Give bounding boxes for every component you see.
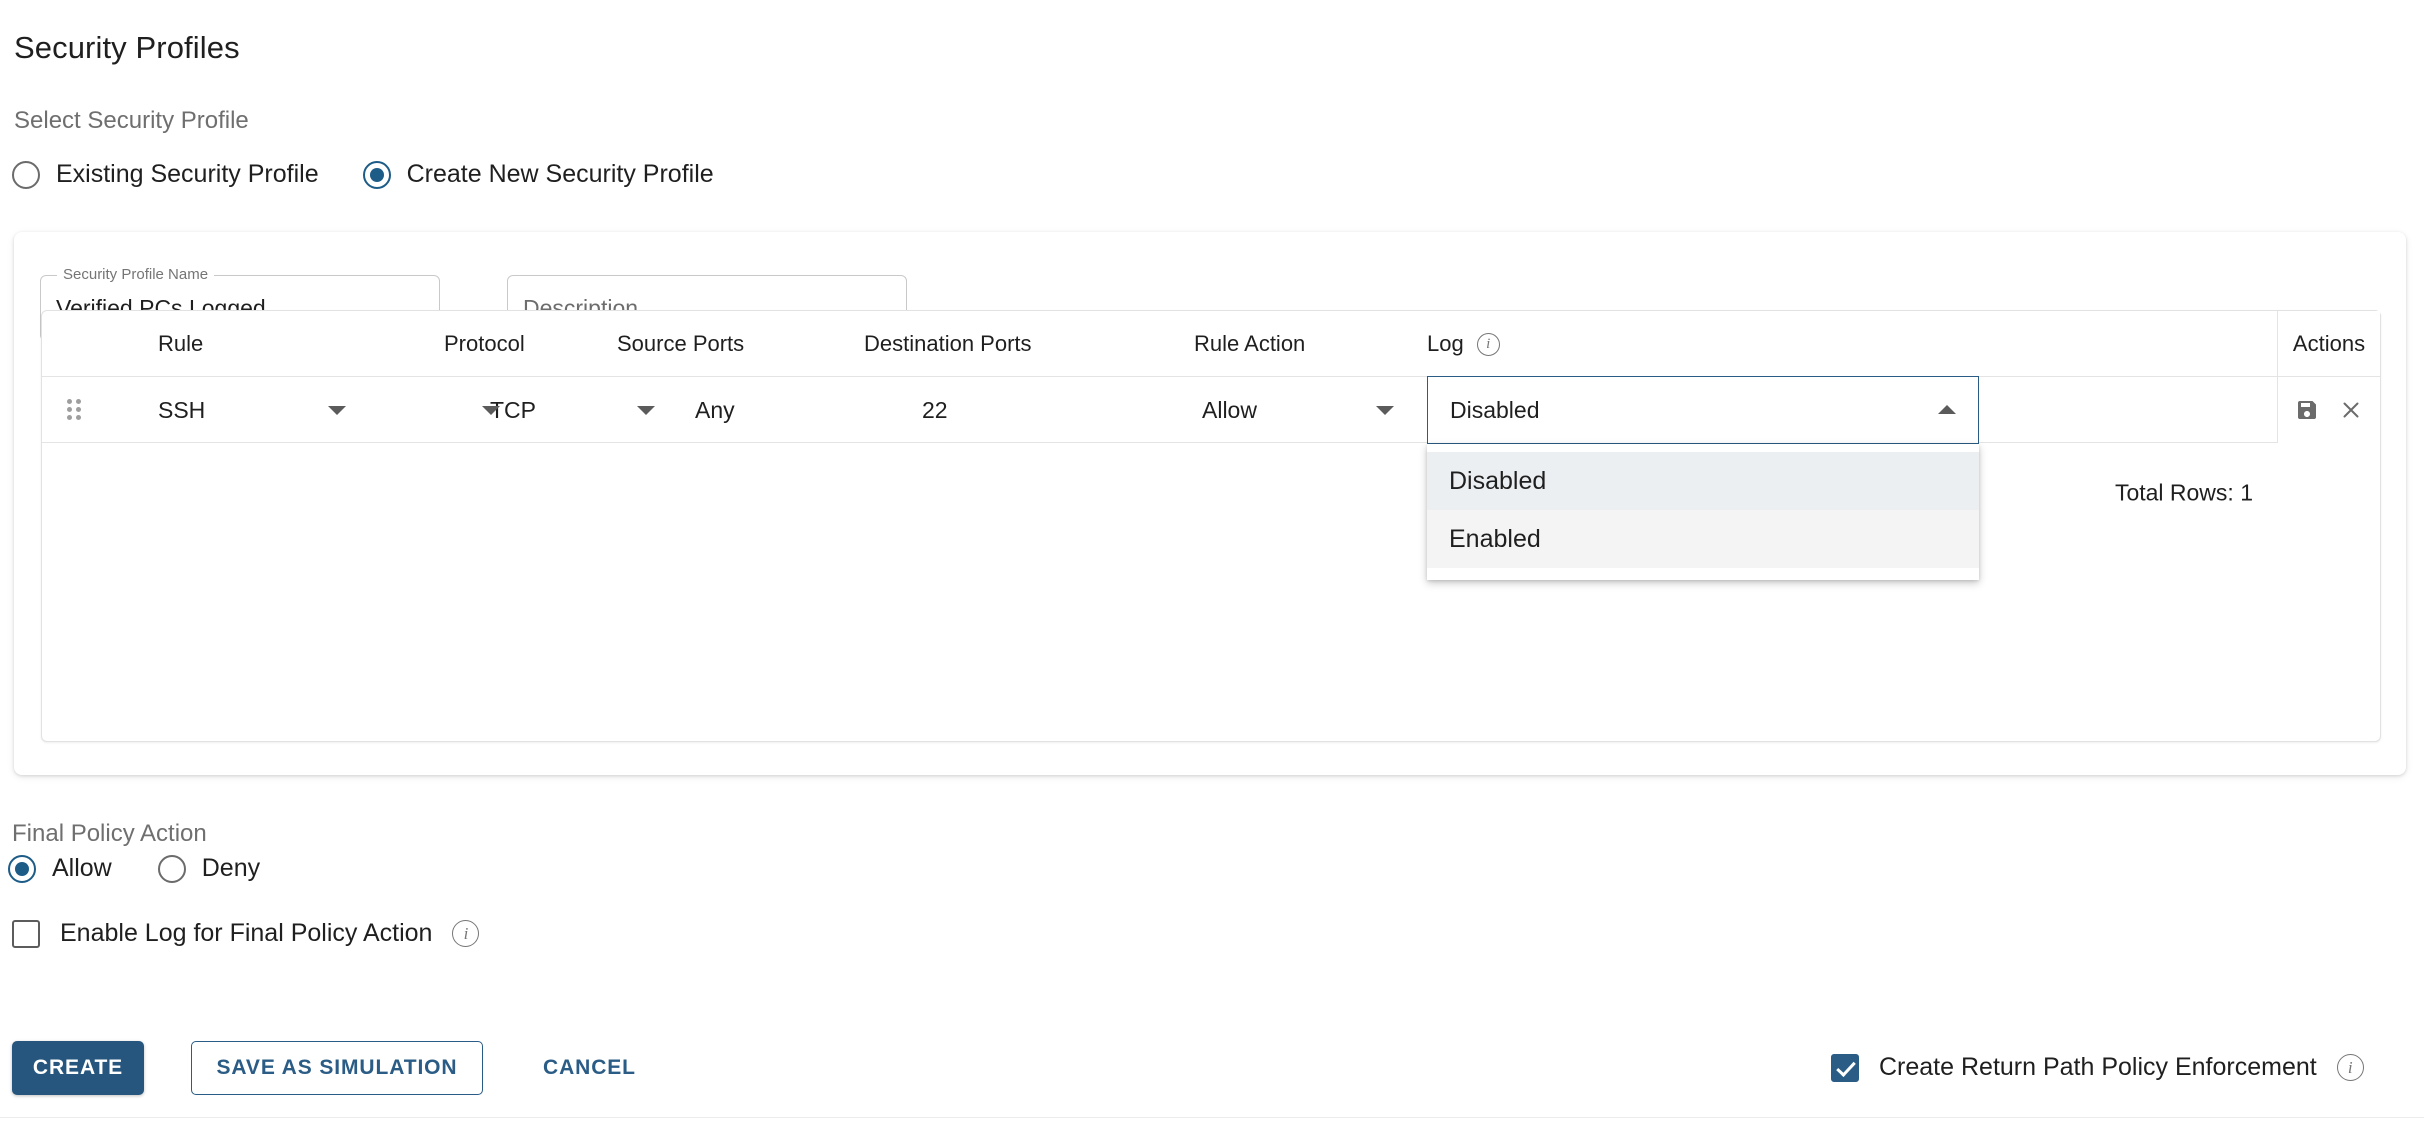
row-actions (2278, 377, 2380, 443)
return-path-row: Create Return Path Policy Enforcement i (1831, 1053, 2364, 1082)
total-rows-label: Total Rows: 1 (2114, 479, 2253, 505)
log-info-icon[interactable]: i (1476, 332, 1500, 356)
close-icon[interactable] (2339, 398, 2363, 422)
log-select[interactable]: Disabled (1427, 376, 1979, 444)
select-security-profile-label: Select Security Profile (14, 107, 249, 134)
radio-existing-security-profile[interactable]: Existing Security Profile (12, 160, 319, 189)
bottom-divider (0, 1117, 2424, 1118)
rule-action-chevron-down-icon[interactable] (1376, 405, 1394, 415)
table-header-row: Rule Protocol Source Ports Destination P… (42, 311, 2380, 377)
return-path-checkbox[interactable] (1831, 1053, 1859, 1082)
enable-log-final-policy-checkbox[interactable] (12, 919, 40, 948)
radio-create-new-security-profile[interactable]: Create New Security Profile (362, 160, 714, 189)
page-title: Security Profiles (14, 30, 240, 65)
log-option-disabled[interactable]: Disabled (1427, 452, 1979, 510)
return-path-label: Create Return Path Policy Enforcement (1879, 1053, 2317, 1081)
return-path-info-icon[interactable]: i (2336, 1054, 2364, 1081)
create-button[interactable]: CREATE (12, 1041, 144, 1095)
table-footer: Total Rows: 1 (42, 443, 2380, 542)
cell-source-ports[interactable]: Any (695, 377, 735, 443)
column-header-rule-action[interactable]: Rule Action (1194, 311, 1305, 377)
radio-create-new-security-profile-label: Create New Security Profile (406, 160, 714, 188)
actions-column: Actions (2277, 311, 2380, 443)
chevron-up-icon[interactable] (1938, 405, 1956, 414)
security-profile-card: Security Profile Name Verified PCs Logge… (14, 232, 2406, 775)
save-as-simulation-button[interactable]: SAVE AS SIMULATION (191, 1041, 483, 1095)
cell-rule-action[interactable]: Allow (1202, 377, 1257, 443)
table-row: SSH TCP Any 22 Allow Disabled Disabled E… (42, 376, 2380, 580)
cell-destination-ports[interactable]: 22 (922, 377, 948, 443)
column-header-actions: Actions (2278, 311, 2380, 377)
drag-handle-icon[interactable] (67, 398, 81, 421)
column-header-protocol[interactable]: Protocol (444, 311, 525, 377)
radio-create-new-security-profile-indicator[interactable] (362, 160, 391, 189)
protocol-chevron-down-icon[interactable] (637, 405, 655, 415)
final-policy-radio-group: Allow Deny (8, 854, 260, 883)
security-rules-table: Rule Protocol Source Ports Destination P… (41, 310, 2381, 742)
rule-chevron-down-icon[interactable] (328, 405, 346, 415)
radio-final-deny-indicator[interactable] (157, 854, 186, 883)
column-header-log-label: Log (1427, 331, 1464, 356)
radio-final-deny[interactable]: Deny (157, 854, 261, 883)
log-select-value: Disabled (1450, 396, 1540, 423)
radio-final-deny-label: Deny (201, 854, 261, 882)
radio-existing-security-profile-indicator[interactable] (12, 160, 40, 189)
column-header-source-ports[interactable]: Source Ports (617, 311, 744, 377)
radio-final-allow[interactable]: Allow (8, 854, 112, 883)
radio-existing-security-profile-label: Existing Security Profile (56, 160, 319, 188)
final-policy-action-label: Final Policy Action (12, 820, 207, 847)
radio-final-allow-indicator[interactable] (8, 854, 36, 883)
cell-rule[interactable]: SSH (158, 377, 205, 443)
enable-log-final-policy-label: Enable Log for Final Policy Action (60, 919, 433, 947)
enable-log-final-policy-row: Enable Log for Final Policy Action i (12, 919, 480, 948)
column-header-destination-ports[interactable]: Destination Ports (864, 311, 1032, 377)
save-icon[interactable] (2295, 398, 2319, 422)
cancel-button[interactable]: CANCEL (525, 1041, 654, 1095)
column-header-log[interactable]: Log i (1427, 311, 1500, 377)
radio-final-allow-label: Allow (52, 854, 112, 882)
security-profiles-page: Security Profiles Select Security Profil… (0, 0, 2424, 1122)
log-dropdown-menu: Disabled Enabled (1427, 444, 1979, 580)
enable-log-info-icon[interactable]: i (452, 920, 480, 947)
column-header-rule[interactable]: Rule (158, 311, 203, 377)
log-option-enabled[interactable]: Enabled (1427, 510, 1979, 568)
profile-source-radio-group: Existing Security Profile Create New Sec… (12, 160, 714, 189)
